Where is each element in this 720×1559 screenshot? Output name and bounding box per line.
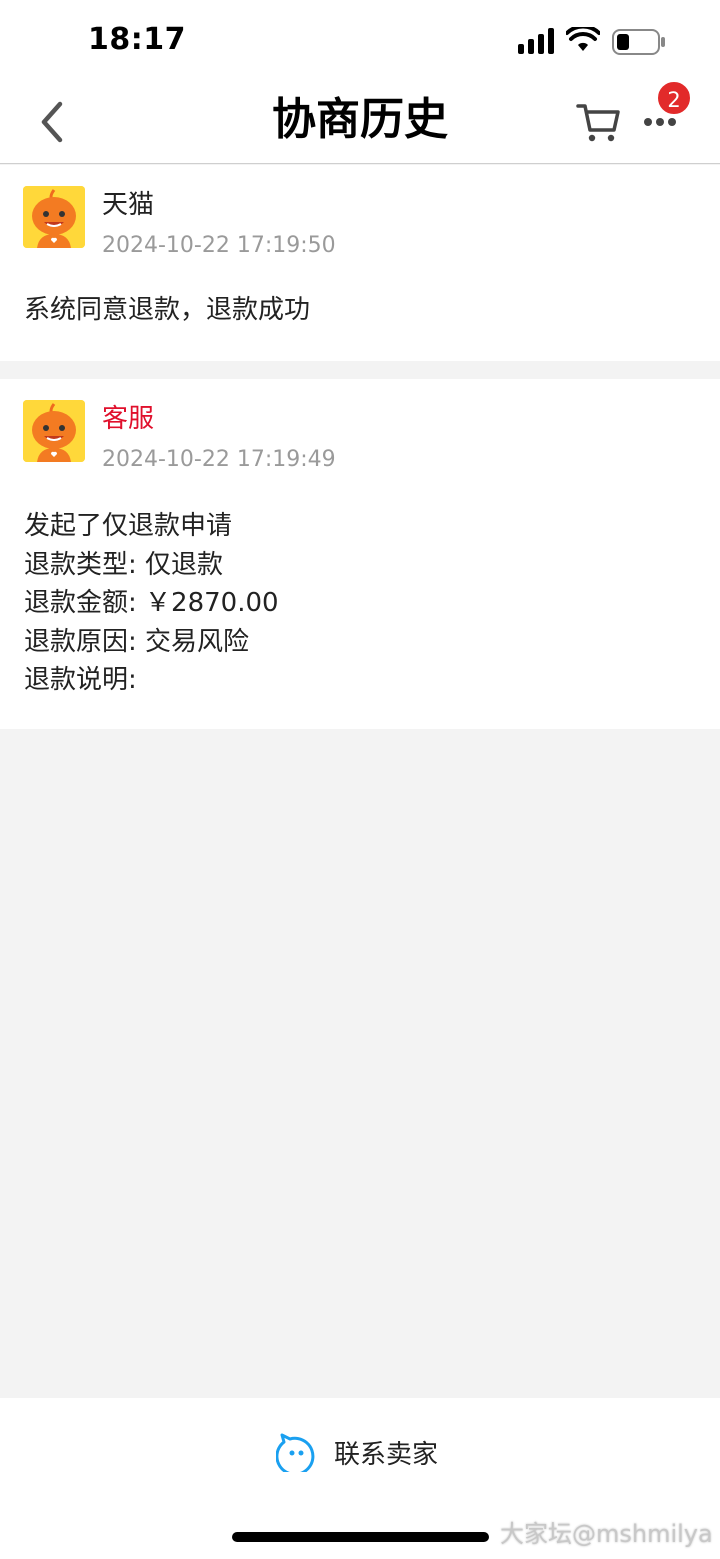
mascot-avatar-icon [23,186,85,248]
message-line: 系统同意退款，退款成功 [24,295,311,325]
status-time: 18:17 [88,22,186,57]
message-line: 退款类型: 仅退款 [24,549,224,580]
message-line: 发起了仅退款申请 [24,511,233,541]
message-line: 退款原因: 交易风险 [24,626,250,657]
signal-icon [518,28,554,54]
message-line: 退款说明: [24,665,137,695]
message-line: 退款金额: ￥2870.00 [24,588,279,618]
avatar [23,186,85,248]
notification-badge: 2 [656,80,692,116]
sender-name: 天猫 [102,190,155,220]
cart-icon [576,104,620,142]
contact-seller-label: 联系卖家 [334,1439,439,1470]
status-bar: 18:17 [0,0,720,80]
watermark: 大家坛@mshmilya [500,1520,713,1548]
message-body: 系统同意退款，退款成功 [24,291,310,330]
message-body: 发起了仅退款申请 退款类型: 仅退款 退款金额: ￥2870.00 退款原因: … [24,507,279,700]
timestamp: 2024-10-22 17:19:50 [102,233,336,258]
home-indicator [232,1532,489,1542]
timestamp: 2024-10-22 17:19:49 [102,447,336,472]
cart-button[interactable] [574,98,622,146]
mascot-avatar-icon [23,400,85,462]
history-card: 天猫 2024-10-22 17:19:50 系统同意退款，退款成功 [0,165,720,361]
avatar [23,400,85,462]
battery-icon [612,29,665,55]
history-card: 客服 2024-10-22 17:19:49 发起了仅退款申请 退款类型: 仅退… [0,379,720,729]
nav-bar: 协商历史 [0,80,720,164]
chat-bot-icon [276,1433,315,1472]
sender-name: 客服 [102,404,155,434]
wifi-icon [566,27,600,51]
contact-seller-button[interactable]: 联系卖家 [276,1430,438,1474]
